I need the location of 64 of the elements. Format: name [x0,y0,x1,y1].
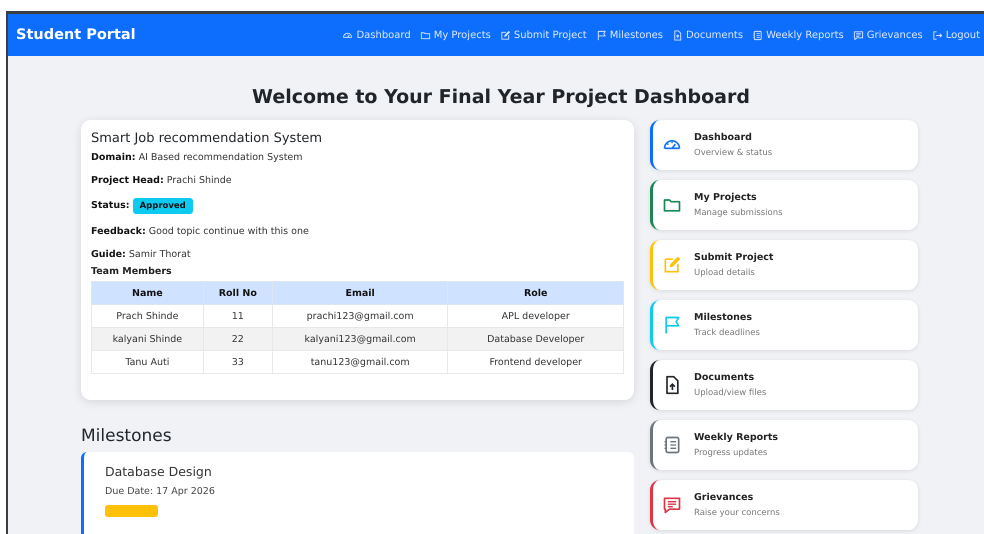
card-subtitle: Track deadlines [694,328,760,338]
list-icon [662,435,682,455]
card-title: Documents [694,372,756,383]
status-badge: Approved [132,198,193,214]
column-header: Name [92,282,204,304]
edit-icon [662,255,682,275]
card-title: My Projects [694,192,758,203]
table-cell: kalyani Shinde [92,328,204,350]
nav-link[interactable]: Weekly Reports [752,30,844,40]
nav-link[interactable]: Documents [672,30,744,40]
table-cell: kalyani123@gmail.com [272,328,448,350]
card-title: Milestones [694,312,753,323]
quick-link-card[interactable]: Documents Upload/view files [650,360,918,410]
nav-link[interactable]: Milestones [596,30,664,40]
table-cell: tanu123@gmail.com [272,350,448,374]
table-cell: Database Developer [448,328,624,350]
field-label: Status: [91,200,130,211]
folder-icon [420,30,431,40]
project-field: Domain: AI Based recommendation System [91,152,624,163]
column-header: Email [272,282,448,304]
nav-link[interactable]: Logout [932,30,980,40]
project-field: Project Head: Prachi Shinde [91,175,624,186]
card-subtitle: Raise your concerns [694,508,780,518]
list-icon [752,30,764,40]
card-subtitle: Upload details [694,268,756,278]
project-field: Feedback: Good topic continue with this one [91,226,624,237]
chat-icon [852,30,864,40]
card-title: Dashboard [694,132,753,143]
section-heading: Milestones [81,426,173,446]
table-cell: Tanu Auti [92,350,204,374]
quick-link-card[interactable]: Submit Project Upload details [650,240,918,290]
table-cell: Frontend developer [448,350,624,374]
due-date: Due Date: 17 Apr 2026 [105,486,216,497]
nav-link[interactable]: Submit Project [500,30,587,40]
table-cell: 33 [203,350,272,374]
nav-link[interactable]: My Projects [420,30,491,40]
quick-link-card[interactable]: Weekly Reports Progress updates [650,420,918,470]
card-subtitle: Overview & status [694,148,772,158]
milestone-title: Database Design [105,464,213,479]
nav-link[interactable]: Grievances [852,30,923,40]
chat-icon [662,495,682,515]
edit-icon [500,30,511,40]
table-cell: 22 [203,328,272,350]
nav-link[interactable]: Dashboard [342,30,411,40]
project-field: Guide: Samir Thorat [91,249,624,260]
column-header: Roll No [203,282,272,304]
card-subtitle: Upload/view files [694,388,766,398]
quick-link-card[interactable]: Milestones Track deadlines [650,300,918,350]
section-label: Team Members [91,266,173,277]
card-title: Submit Project [694,252,774,263]
flag-icon [596,30,607,40]
document-upload-icon [672,30,684,40]
card-subtitle: Manage submissions [694,208,783,218]
card-title: Grievances [694,492,754,503]
logout-icon [932,30,943,40]
card-subtitle: Progress updates [694,448,768,458]
quick-link-card[interactable]: Dashboard Overview & status [650,120,918,170]
page-heading: Welcome to Your Final Year Project Dashboard [251,86,751,108]
card-title: Weekly Reports [694,432,778,443]
quick-link-card[interactable]: My Projects Manage submissions [650,180,918,230]
column-header: Role [448,282,624,304]
project-title: Smart Job recommendation System [91,131,324,146]
quick-link-card[interactable]: Grievances Raise your concerns [650,480,918,530]
brand-title[interactable]: Student Portal [16,27,136,43]
